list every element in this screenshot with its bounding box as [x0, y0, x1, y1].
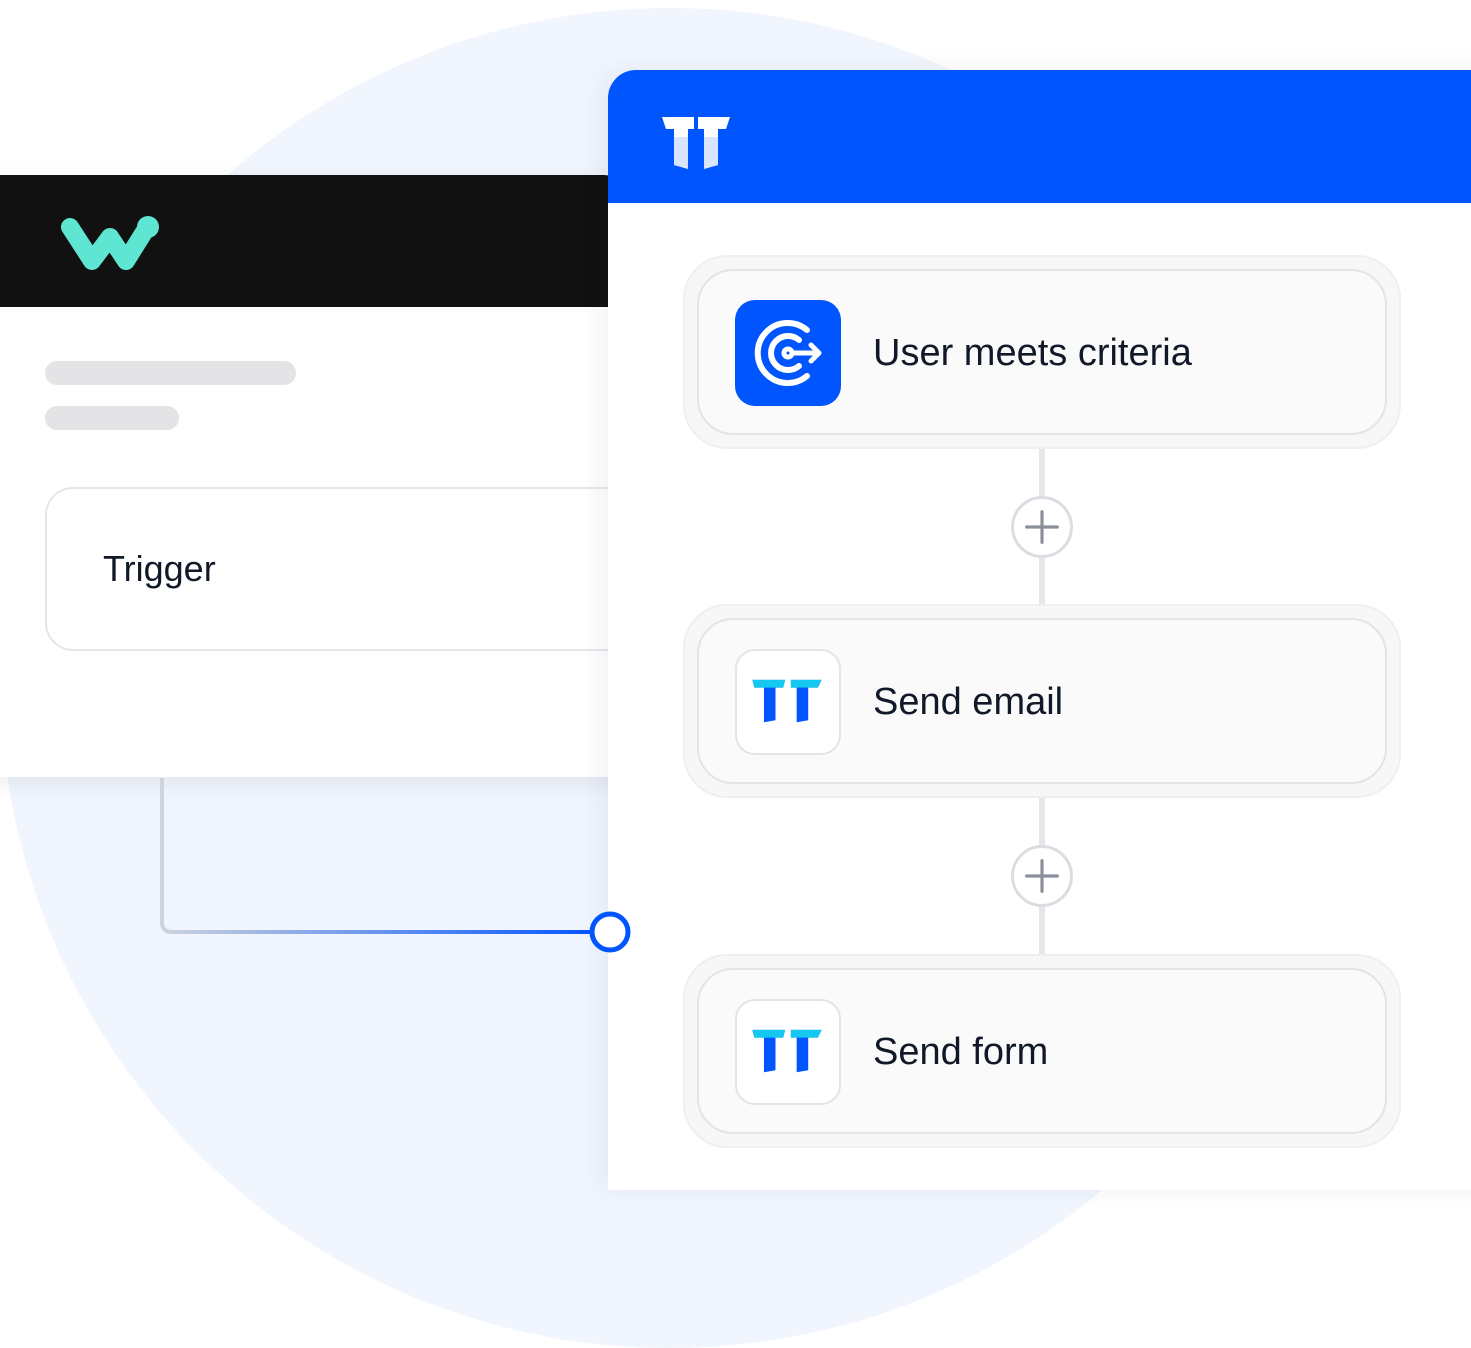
step-card-inner: Send form [697, 968, 1387, 1134]
t-logo-icon [735, 999, 841, 1105]
connector-handle[interactable] [586, 909, 634, 957]
source-app-header [0, 175, 620, 307]
destination-app-header [608, 70, 1471, 203]
t-logo-icon [735, 649, 841, 755]
plus-icon [1025, 859, 1059, 893]
step-label: User meets criteria [873, 332, 1192, 374]
step-label: Send email [873, 681, 1064, 723]
plus-icon [1025, 510, 1059, 544]
trigger-card[interactable]: Trigger [45, 487, 620, 651]
step-card-inner: Send email [697, 618, 1387, 784]
add-step-button[interactable] [1011, 496, 1073, 558]
w-logo-icon [61, 216, 159, 270]
placeholder-line [45, 361, 296, 385]
step-card[interactable]: User meets criteria [683, 255, 1401, 449]
step-card[interactable]: Send email [683, 604, 1401, 798]
target-arrow-icon [735, 300, 841, 406]
placeholder-line [45, 406, 179, 430]
source-app-panel: Trigger [0, 175, 620, 777]
t-logo-icon [662, 117, 730, 169]
step-card[interactable]: Send form [683, 954, 1401, 1148]
step-label: Send form [873, 1031, 1049, 1073]
step-card-inner: User meets criteria [697, 269, 1387, 435]
destination-app-panel: User meets criteria Send email Send form [608, 70, 1471, 1190]
add-step-button[interactable] [1011, 845, 1073, 907]
trigger-label: Trigger [103, 548, 216, 589]
